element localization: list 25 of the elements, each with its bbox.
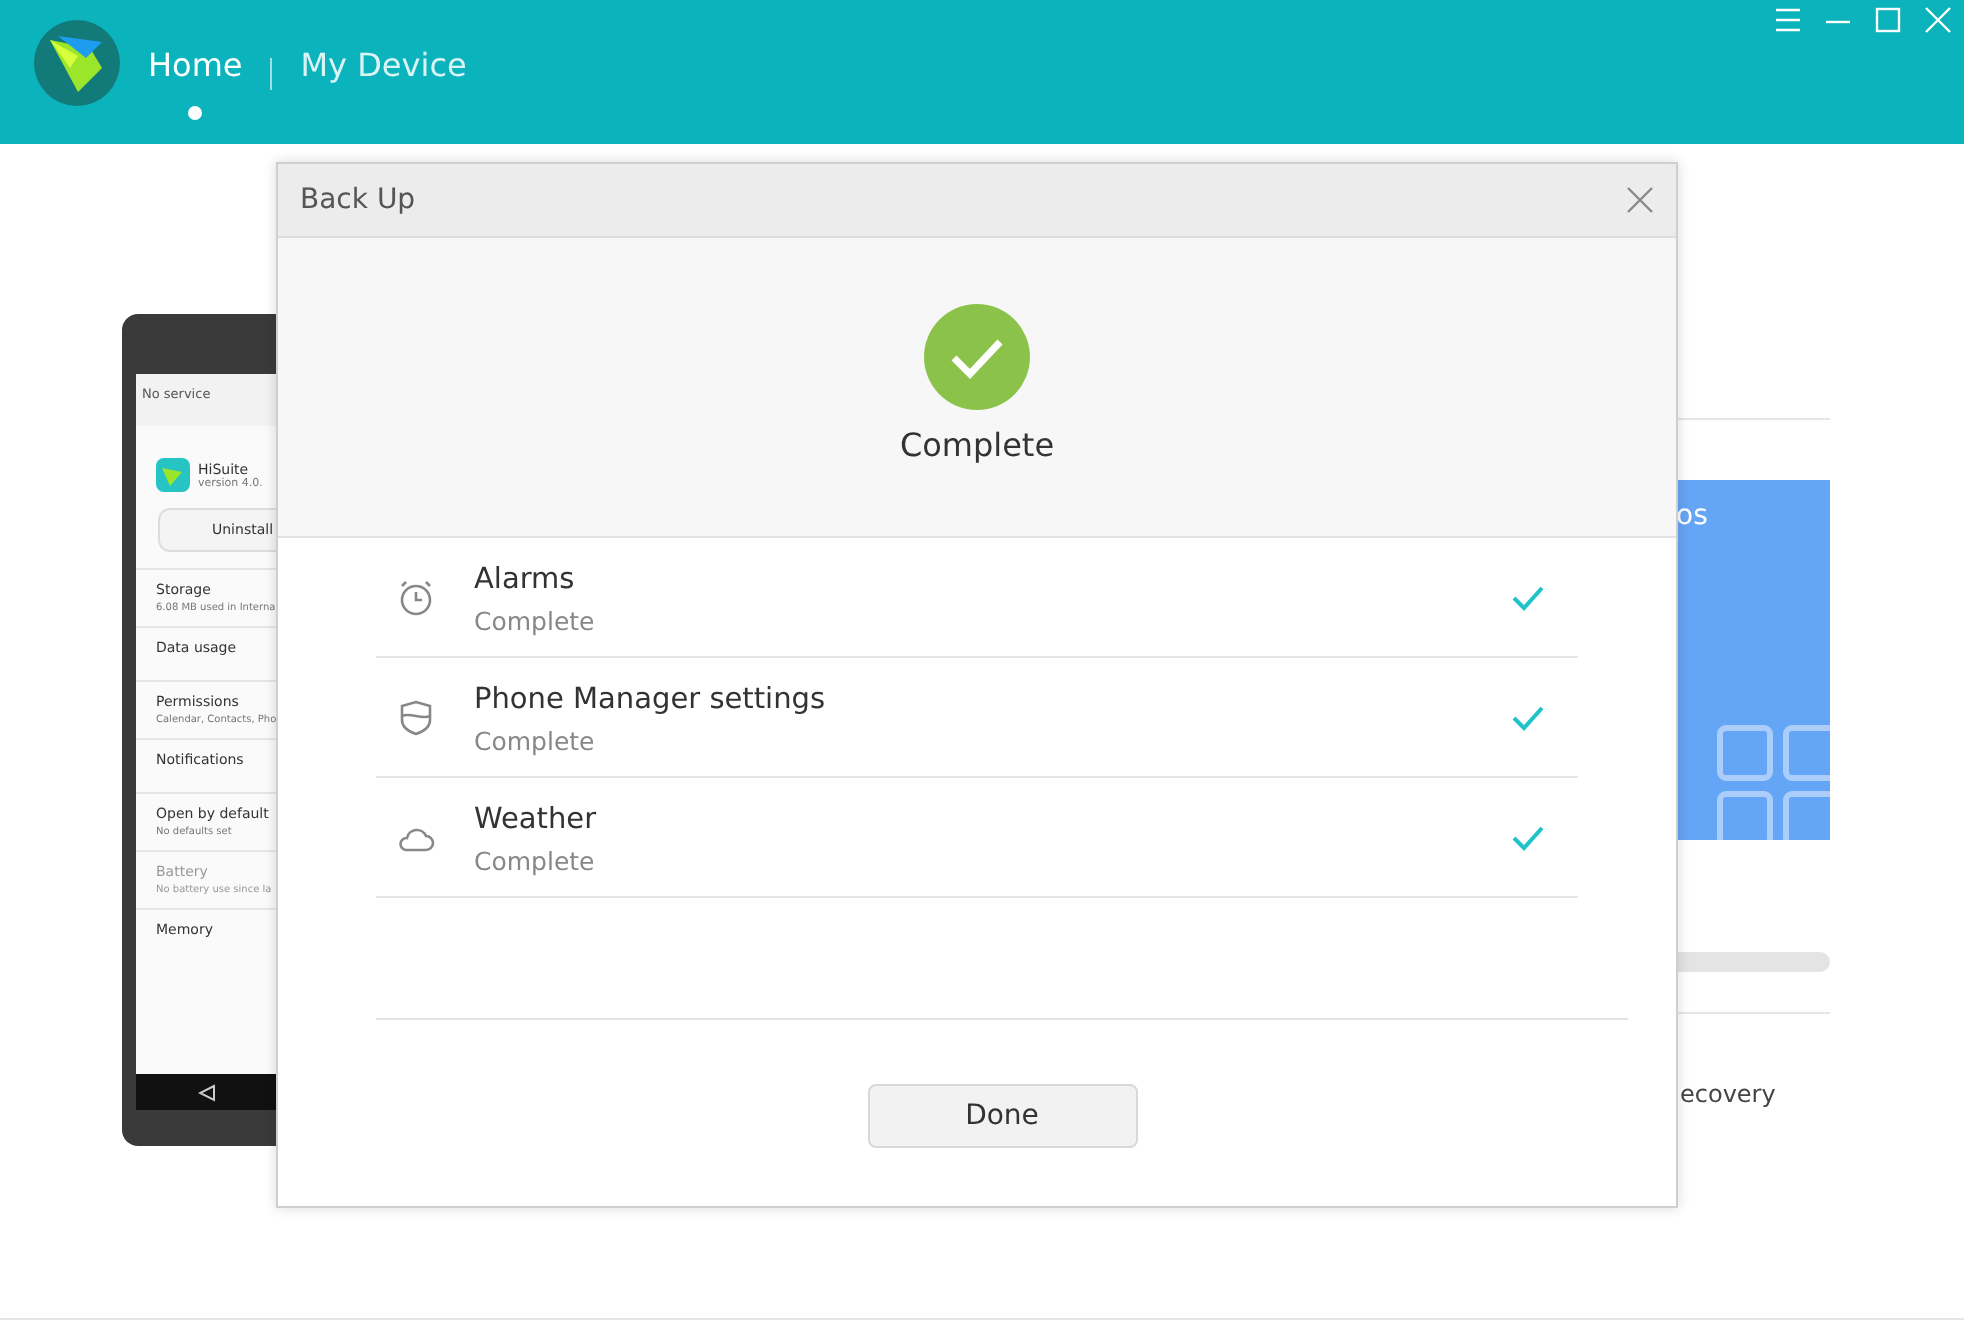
- item-title: Alarms: [474, 563, 575, 595]
- card-title: os: [1676, 498, 1708, 532]
- close-icon[interactable]: [1924, 6, 1952, 34]
- item-status: Complete: [474, 845, 595, 875]
- item-status: Complete: [474, 725, 595, 755]
- nav-tab[interactable]: Home: [120, 44, 271, 124]
- item-title: Phone Manager settings: [474, 683, 826, 715]
- grid-icon: [1716, 724, 1830, 840]
- shield-icon: [396, 697, 436, 737]
- feature-card[interactable]: os: [1676, 480, 1830, 840]
- maximize-icon[interactable]: [1874, 6, 1902, 34]
- menu-icon[interactable]: [1774, 6, 1802, 34]
- success-check-icon: [924, 304, 1030, 410]
- dialog-title: Back Up: [300, 184, 416, 216]
- close-button[interactable]: [1626, 186, 1654, 214]
- status-heading: Complete: [899, 426, 1055, 464]
- nav-tab[interactable]: My Device: [272, 44, 495, 124]
- item-title: Weather: [474, 803, 597, 835]
- app-logo: [34, 20, 120, 106]
- alarm-clock-icon: [396, 577, 436, 617]
- recovery-label: ecovery: [1678, 1080, 1778, 1108]
- done-button[interactable]: Done: [867, 1084, 1137, 1148]
- item-status: Complete: [474, 605, 595, 635]
- app-icon: [156, 458, 190, 492]
- back-icon[interactable]: [197, 1083, 215, 1101]
